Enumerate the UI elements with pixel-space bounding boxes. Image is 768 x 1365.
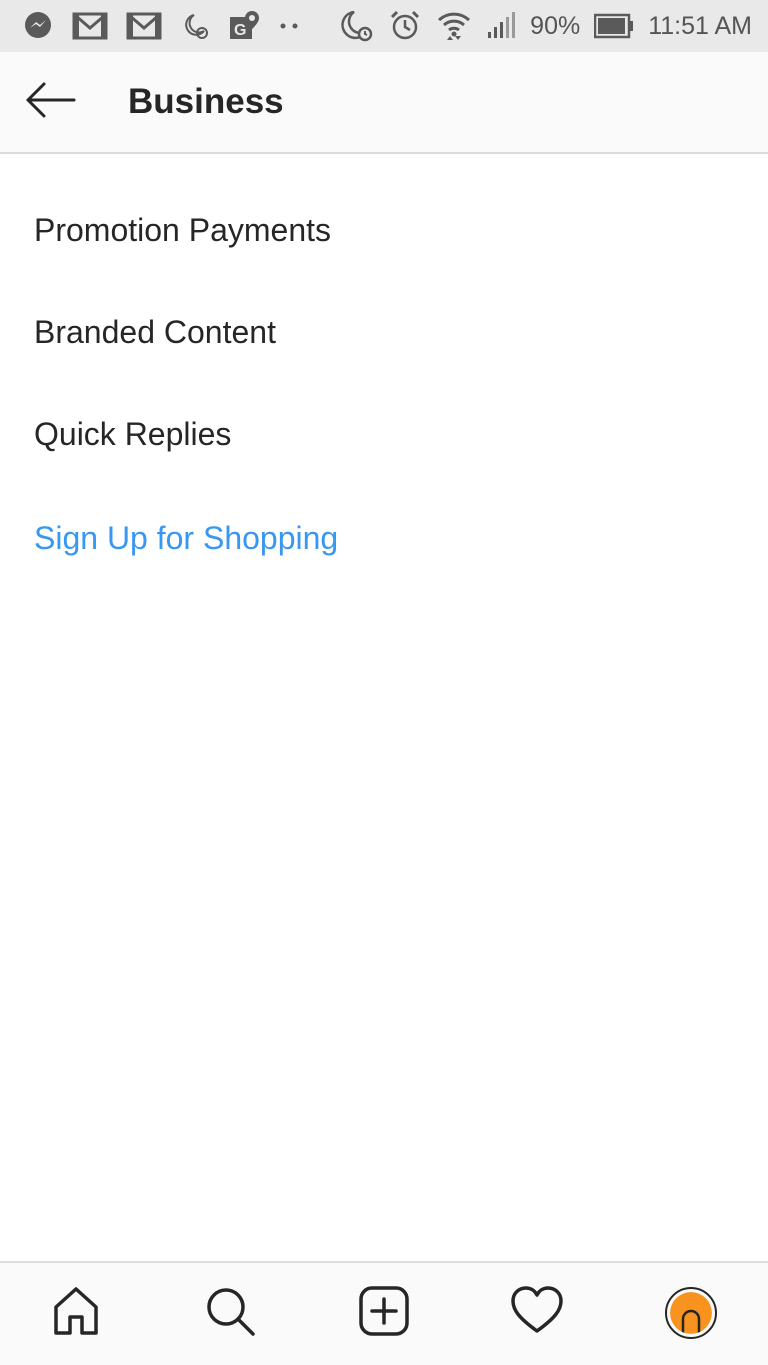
- sign-up-for-shopping-link[interactable]: Sign Up for Shopping: [34, 518, 338, 558]
- home-icon: [48, 1283, 104, 1344]
- wifi-icon: [436, 9, 472, 43]
- activity-heart-icon: [509, 1283, 565, 1344]
- new-post-icon: [356, 1283, 412, 1344]
- status-left: G: [22, 9, 302, 43]
- battery-percent: 90%: [530, 11, 581, 40]
- status-right: 90% 11:51 AM: [338, 9, 752, 43]
- battery-icon: [594, 13, 634, 39]
- search-icon: [202, 1283, 258, 1344]
- gmail-icon: [72, 11, 108, 41]
- signal-icon: [486, 12, 516, 40]
- back-arrow-icon: [22, 80, 78, 125]
- bottom-nav: [0, 1261, 768, 1365]
- nav-search[interactable]: [198, 1281, 262, 1345]
- alarm-icon: [388, 9, 422, 43]
- menu-item-quick-replies[interactable]: Quick Replies: [34, 414, 231, 454]
- profile-avatar: [670, 1292, 712, 1334]
- messenger-icon: [22, 10, 54, 42]
- screen: G 90% 11:51 AM Business Promotion Paymen…: [0, 0, 768, 1365]
- nav-activity[interactable]: [505, 1281, 569, 1345]
- status-bar: G 90% 11:51 AM: [0, 0, 768, 52]
- back-button[interactable]: [18, 74, 82, 130]
- more-dots-icon: [278, 21, 302, 31]
- nav-profile[interactable]: [659, 1281, 723, 1345]
- menu-item-promotion-payments[interactable]: Promotion Payments: [34, 210, 331, 250]
- svg-text:G: G: [234, 22, 246, 39]
- moon-alarm-icon: [338, 9, 374, 43]
- do-not-disturb-icon: [180, 11, 210, 41]
- nav-new-post[interactable]: [352, 1281, 416, 1345]
- page-title: Business: [128, 82, 284, 121]
- maps-icon: G: [228, 9, 260, 43]
- gmail-icon: [126, 11, 162, 41]
- avatar: [665, 1287, 717, 1339]
- header: Business: [0, 52, 768, 154]
- menu-item-branded-content[interactable]: Branded Content: [34, 312, 276, 352]
- nav-home[interactable]: [44, 1281, 108, 1345]
- clock: 11:51 AM: [648, 11, 752, 40]
